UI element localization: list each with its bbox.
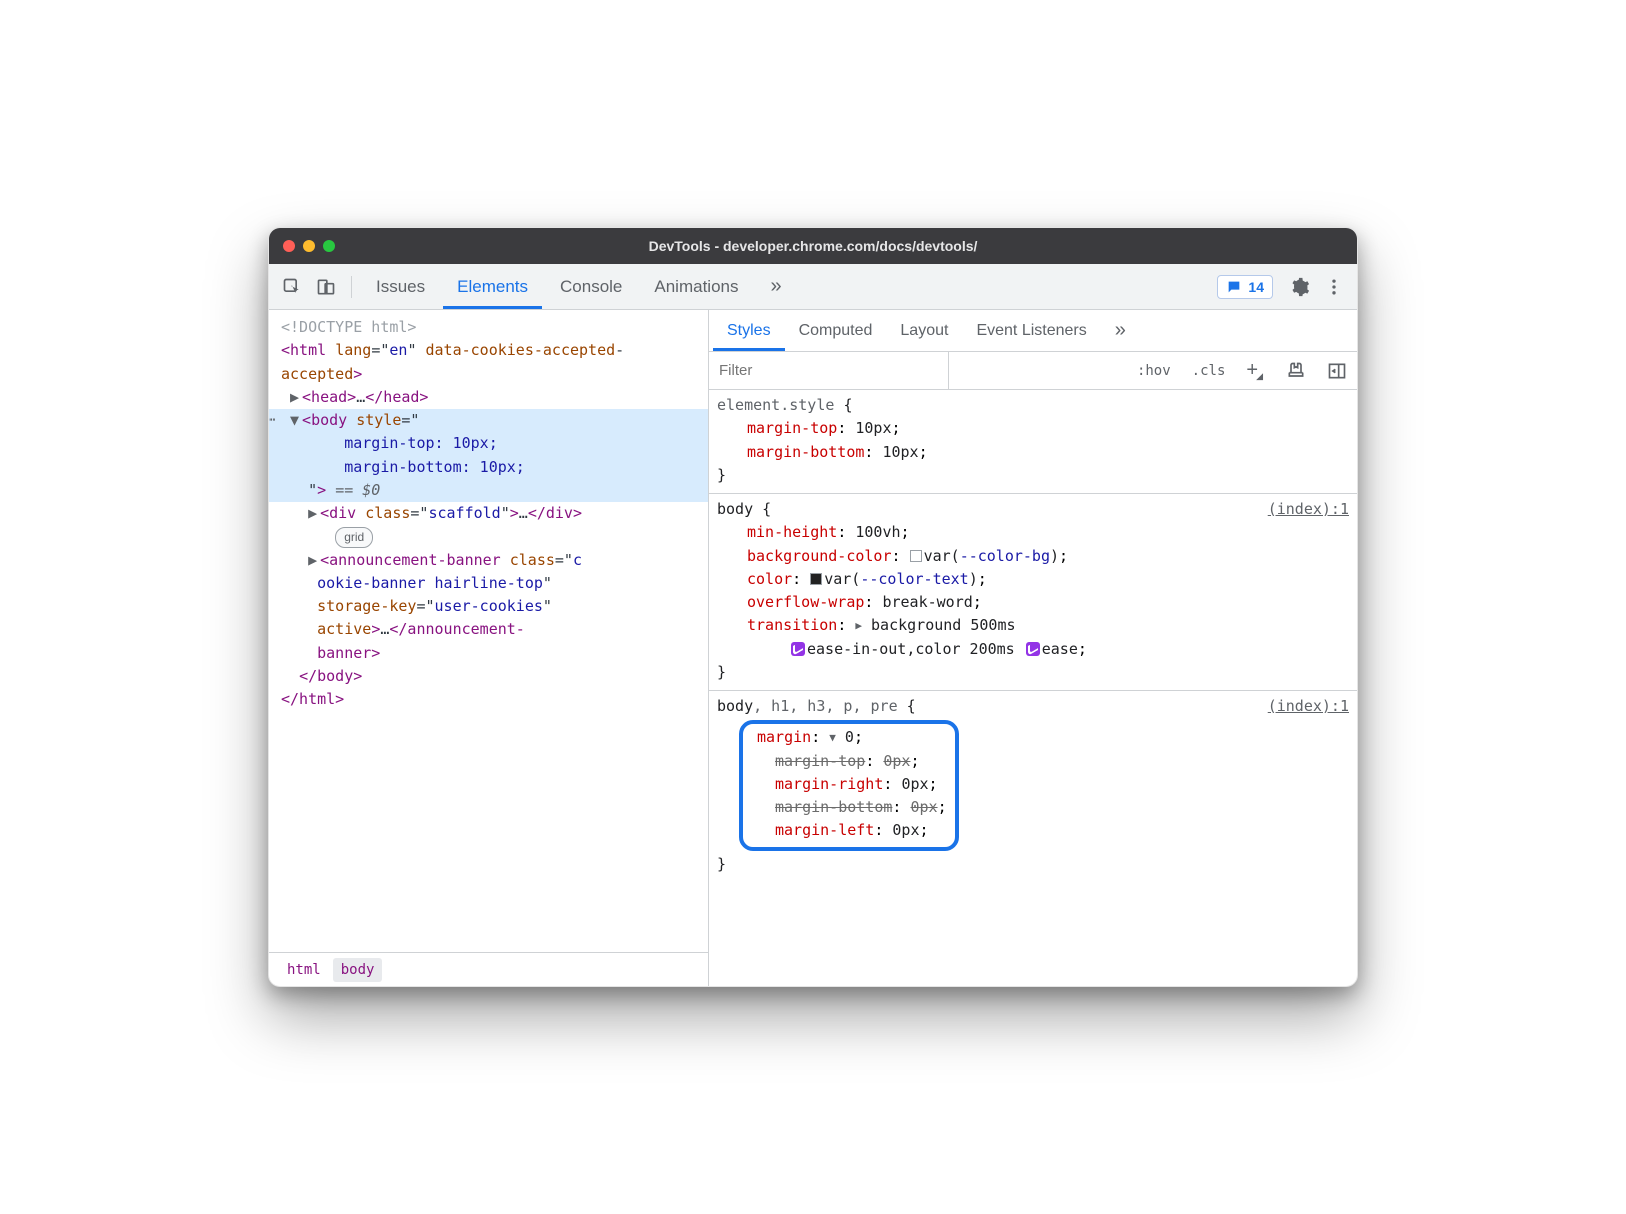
color-swatch-icon[interactable] <box>810 573 822 585</box>
new-style-rule-button[interactable]: +◢ <box>1235 352 1275 389</box>
collapse-triangle-icon[interactable]: ▼ <box>290 409 302 432</box>
highlighted-margin-longhands: margin: ▼ 0; margin-top: 0px; margin-rig… <box>739 720 959 850</box>
computed-sidebar-toggle-icon[interactable] <box>1316 352 1357 389</box>
tab-issues[interactable]: Issues <box>362 265 439 309</box>
css-property[interactable]: margin-left: 0px; <box>751 819 947 842</box>
subtab-computed[interactable]: Computed <box>785 311 887 351</box>
html-open-tag[interactable]: <html lang="en" data-cookies-accepted- <box>269 339 708 362</box>
css-property[interactable]: margin: ▼ 0; <box>751 726 947 749</box>
body-close-tag[interactable]: </body> <box>269 665 708 688</box>
easing-editor-icon[interactable] <box>1026 642 1040 656</box>
styles-filter-bar: :hov .cls +◢ <box>709 352 1357 390</box>
titlebar: DevTools - developer.chrome.com/docs/dev… <box>269 228 1357 264</box>
traffic-lights <box>283 240 335 252</box>
styles-filter-input[interactable] <box>709 352 949 389</box>
css-property-overridden[interactable]: margin-bottom: 0px; <box>751 796 947 819</box>
crumb-body[interactable]: body <box>333 958 383 982</box>
css-property[interactable]: background-color: var(--color-bg); <box>717 545 1349 568</box>
main-tab-bar: Issues Elements Console Animations » 14 <box>269 264 1357 310</box>
inspect-element-icon[interactable] <box>277 272 307 302</box>
console-messages-badge[interactable]: 14 <box>1217 275 1273 299</box>
dom-tree[interactable]: <!DOCTYPE html> <html lang="en" data-coo… <box>269 310 708 952</box>
fullscreen-window-button[interactable] <box>323 240 335 252</box>
tab-elements[interactable]: Elements <box>443 265 542 309</box>
tab-console[interactable]: Console <box>546 265 636 309</box>
tab-animations[interactable]: Animations <box>640 265 752 309</box>
rule-element-style[interactable]: element.style { margin-top: 10px; margin… <box>709 390 1357 494</box>
body-node-selected[interactable]: ▼<body style=" margin-top: 10px; margin-… <box>269 409 708 502</box>
content-split: <!DOCTYPE html> <html lang="en" data-coo… <box>269 310 1357 986</box>
announcement-banner-node[interactable]: ▶<announcement-banner class="c <box>269 549 708 572</box>
grid-badge[interactable]: grid <box>335 527 373 548</box>
settings-gear-icon[interactable] <box>1285 272 1315 302</box>
styles-subtabs: Styles Computed Layout Event Listeners » <box>709 310 1357 352</box>
subtabs-overflow-icon[interactable]: » <box>1101 311 1140 351</box>
rule-body-margin[interactable]: (index):1 body, h1, h3, p, pre { margin:… <box>709 691 1357 882</box>
css-property[interactable]: margin-right: 0px; <box>751 773 947 796</box>
expand-triangle-icon[interactable]: ▶ <box>308 549 320 572</box>
div-scaffold-node[interactable]: ▶<div class="scaffold">…</div> <box>269 502 708 525</box>
html-close-tag[interactable]: </html> <box>269 688 708 711</box>
minimize-window-button[interactable] <box>303 240 315 252</box>
expand-triangle-icon[interactable]: ▶ <box>308 502 320 525</box>
css-property-overridden[interactable]: margin-top: 0px; <box>751 750 947 773</box>
head-node[interactable]: ▶<head>…</head> <box>269 386 708 409</box>
style-rules: element.style { margin-top: 10px; margin… <box>709 390 1357 986</box>
subtab-layout[interactable]: Layout <box>886 311 962 351</box>
doctype: <!DOCTYPE html> <box>281 318 416 336</box>
paint-brush-icon[interactable] <box>1275 352 1316 389</box>
subtab-event-listeners[interactable]: Event Listeners <box>962 311 1100 351</box>
tabs-overflow-icon[interactable]: » <box>757 265 796 309</box>
color-swatch-icon[interactable] <box>910 550 922 562</box>
source-link[interactable]: (index):1 <box>1268 498 1349 521</box>
breadcrumb: html body <box>269 952 708 986</box>
devtools-window: DevTools - developer.chrome.com/docs/dev… <box>268 227 1358 987</box>
easing-editor-icon[interactable] <box>791 642 805 656</box>
console-messages-count: 14 <box>1248 279 1264 295</box>
close-window-button[interactable] <box>283 240 295 252</box>
rule-body[interactable]: (index):1 body { min-height: 100vh; back… <box>709 494 1357 691</box>
hov-toggle[interactable]: :hov <box>1126 352 1181 389</box>
css-property[interactable]: min-height: 100vh; <box>717 521 1349 544</box>
css-property[interactable]: color: var(--color-text); <box>717 568 1349 591</box>
styles-panel: Styles Computed Layout Event Listeners »… <box>709 310 1357 986</box>
subtab-styles[interactable]: Styles <box>713 311 785 351</box>
css-property[interactable]: overflow-wrap: break-word; <box>717 591 1349 614</box>
cls-toggle[interactable]: .cls <box>1181 352 1236 389</box>
css-property[interactable]: margin-bottom: 10px; <box>717 441 1349 464</box>
device-toolbar-icon[interactable] <box>311 272 341 302</box>
kebab-menu-icon[interactable] <box>1319 272 1349 302</box>
dom-panel: <!DOCTYPE html> <html lang="en" data-coo… <box>269 310 709 986</box>
expand-triangle-icon[interactable]: ▶ <box>290 386 302 409</box>
source-link[interactable]: (index):1 <box>1268 695 1349 718</box>
css-property[interactable]: margin-top: 10px; <box>717 417 1349 440</box>
css-property[interactable]: transition: ▶ background 500ms <box>717 614 1349 637</box>
divider <box>351 276 352 298</box>
window-title: DevTools - developer.chrome.com/docs/dev… <box>269 238 1357 254</box>
crumb-html[interactable]: html <box>279 958 329 982</box>
